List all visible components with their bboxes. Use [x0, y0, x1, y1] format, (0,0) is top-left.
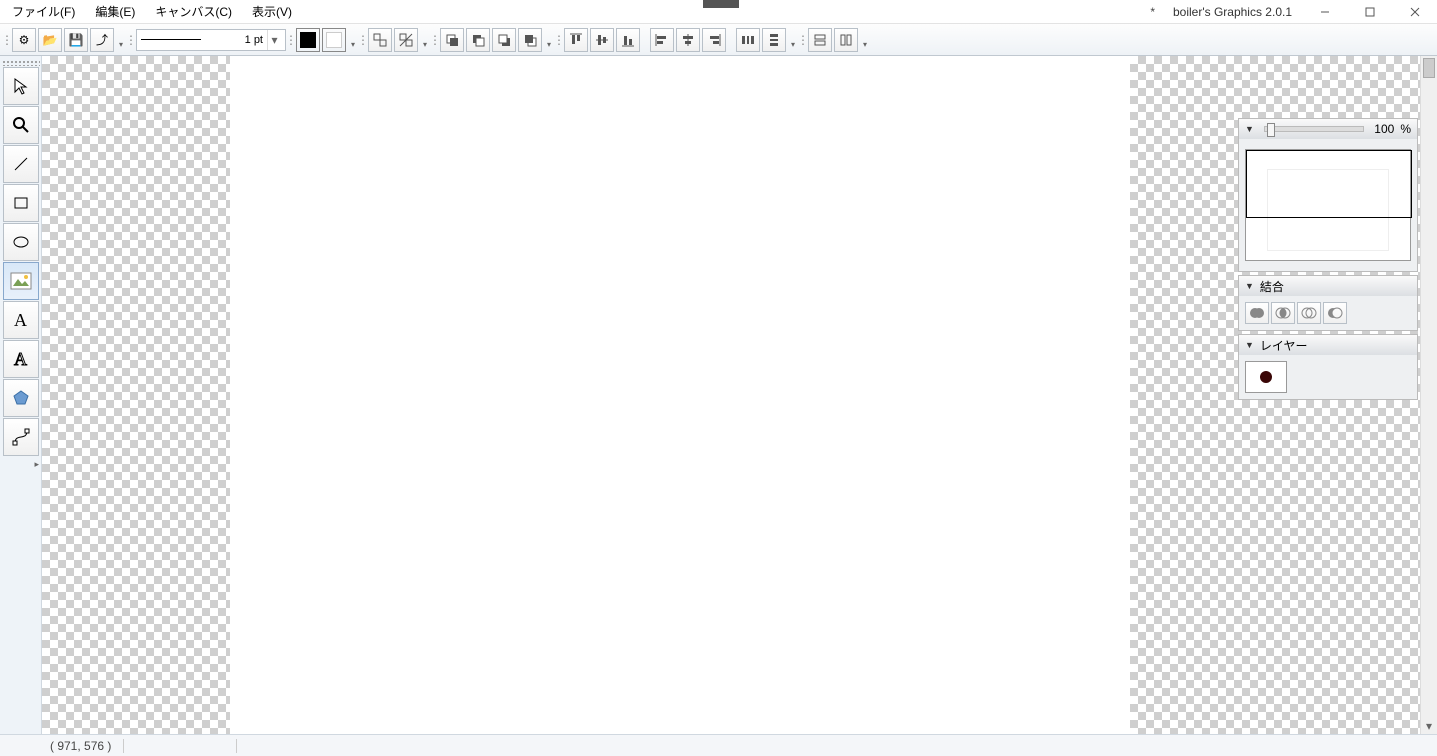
layers-panel: ▼ レイヤー [1238, 334, 1418, 400]
layer-visibility-toggle[interactable] [1245, 361, 1287, 393]
workspace: A A ▸ ▼ 100% [0, 56, 1437, 734]
foreground-color-swatch[interactable] [296, 28, 320, 52]
tool-text[interactable]: A [3, 301, 39, 339]
panels: ▼ 100% ▼ 結合 [1238, 118, 1418, 403]
send-backward-button[interactable] [492, 28, 516, 52]
window-minimize-button[interactable] [1302, 0, 1347, 24]
statusbar-separator [123, 739, 124, 753]
bring-front-button[interactable] [440, 28, 464, 52]
tool-text-outline[interactable]: A [3, 340, 39, 378]
vertical-scrollbar[interactable]: ▾ [1420, 56, 1437, 734]
toolbox-expand[interactable]: ▸ [34, 457, 41, 470]
chevron-down-icon: ▾ [267, 30, 281, 50]
toolbox-grip[interactable] [2, 60, 40, 66]
window-maximize-button[interactable] [1347, 0, 1392, 24]
zoom-slider[interactable] [1264, 126, 1364, 132]
zoom-percent: 100 [1374, 122, 1394, 136]
stroke-preview [141, 39, 201, 40]
tool-bezier[interactable] [3, 418, 39, 456]
navigator-panel: ▼ 100% [1238, 118, 1418, 272]
bring-forward-button[interactable] [466, 28, 490, 52]
canvas-area[interactable]: ▼ 100% ▼ 結合 [42, 56, 1437, 734]
panel-collapse-icon[interactable]: ▼ [1245, 281, 1254, 291]
combine-xor-button[interactable] [1297, 302, 1321, 324]
panel-collapse-icon[interactable]: ▼ [1245, 124, 1254, 134]
combine-subtract-button[interactable] [1323, 302, 1347, 324]
menu-view[interactable]: 表示(V) [246, 1, 298, 22]
align-bottom-button[interactable] [616, 28, 640, 52]
export-icon: ⤴ [96, 31, 108, 48]
tool-polygon[interactable] [3, 379, 39, 417]
ungroup-button[interactable] [394, 28, 418, 52]
layers-panel-title: レイヤー [1260, 337, 1308, 354]
align-vcenter-button[interactable] [590, 28, 614, 52]
stroke-width-combo[interactable]: 1 pt ▾ [136, 29, 286, 51]
menu-file[interactable]: ファイル(F) [6, 1, 81, 22]
align-hcenter-button[interactable] [676, 28, 700, 52]
scrollbar-thumb[interactable] [1423, 58, 1435, 78]
settings-button[interactable]: ⚙ [12, 28, 36, 52]
background-color-swatch[interactable] [322, 28, 346, 52]
navigator-view[interactable] [1245, 149, 1411, 261]
titlebar: ファイル(F) 編集(E) キャンバス(C) 表示(V) * boiler's … [0, 0, 1437, 24]
disk-icon: 💾 [69, 33, 84, 47]
menubar: ファイル(F) 編集(E) キャンバス(C) 表示(V) [0, 1, 298, 22]
combine-union-button[interactable] [1245, 302, 1269, 324]
scrollbar-down-button[interactable]: ▾ [1421, 717, 1437, 734]
save-button[interactable]: 💾 [64, 28, 88, 52]
titlebar-grip[interactable] [703, 0, 739, 8]
zoom-unit: % [1400, 122, 1411, 136]
same-height-button[interactable] [834, 28, 858, 52]
tool-image[interactable] [3, 262, 39, 300]
align-right-button[interactable] [702, 28, 726, 52]
tool-rectangle[interactable] [3, 184, 39, 222]
eye-icon [1260, 371, 1272, 383]
app-title: boiler's Graphics 2.0.1 [1173, 5, 1302, 19]
tool-ellipse[interactable] [3, 223, 39, 261]
navigator-viewport-rect[interactable] [1246, 150, 1412, 218]
cursor-coordinates: ( 971, 576 ) [50, 739, 111, 753]
combine-panel: ▼ 結合 [1238, 275, 1418, 331]
toolbar-grip[interactable]: ⋮ [4, 28, 10, 52]
align-left-button[interactable] [650, 28, 674, 52]
combine-intersect-button[interactable] [1271, 302, 1295, 324]
send-back-button[interactable] [518, 28, 542, 52]
modified-indicator: * [1132, 5, 1173, 19]
open-button[interactable]: 📂 [38, 28, 62, 52]
gear-icon: ⚙ [19, 33, 30, 47]
distribute-h-button[interactable] [736, 28, 760, 52]
align-top-button[interactable] [564, 28, 588, 52]
tool-zoom[interactable] [3, 106, 39, 144]
tool-select[interactable] [3, 67, 39, 105]
letter-a-icon: A [14, 310, 27, 331]
statusbar-separator [236, 739, 237, 753]
toolbox: A A ▸ [0, 56, 42, 734]
zoom-slider-thumb[interactable] [1267, 123, 1275, 137]
stroke-width-label: 1 pt [205, 34, 263, 46]
layer-row[interactable] [1245, 361, 1411, 393]
toolbar-dropdown-6[interactable]: ▾ [860, 28, 870, 52]
panel-collapse-icon[interactable]: ▼ [1245, 340, 1254, 350]
toolbar: ⋮ ⚙ 📂 💾 ⤴ ▾ ⋮ 1 pt ▾ ⋮ ▾ ⋮ ▾ ⋮ ▾ ⋮ ▾ ⋮ ▾ [0, 24, 1437, 56]
export-button[interactable]: ⤴ [90, 28, 114, 52]
combine-panel-title: 結合 [1260, 278, 1284, 295]
window-close-button[interactable] [1392, 0, 1437, 24]
distribute-v-button[interactable] [762, 28, 786, 52]
canvas[interactable] [230, 56, 1130, 734]
statusbar: ( 971, 576 ) [0, 734, 1437, 756]
letter-a-outline-icon: A [14, 349, 27, 370]
tool-line[interactable] [3, 145, 39, 183]
same-width-button[interactable] [808, 28, 832, 52]
menu-canvas[interactable]: キャンバス(C) [149, 1, 238, 22]
group-button[interactable] [368, 28, 392, 52]
menu-edit[interactable]: 編集(E) [89, 1, 141, 22]
folder-icon: 📂 [43, 33, 58, 47]
